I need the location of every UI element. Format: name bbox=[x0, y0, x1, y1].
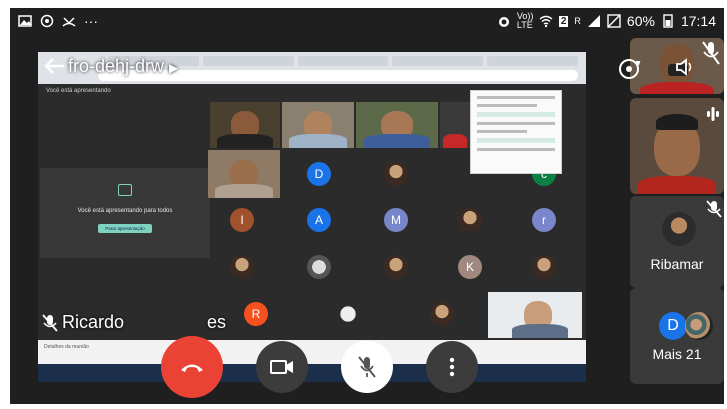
video-camera-icon bbox=[270, 360, 293, 374]
wifi-icon bbox=[539, 15, 553, 28]
participant-avatar-photo bbox=[384, 255, 408, 279]
meeting-code-text: fro-dehj-drw bbox=[68, 56, 165, 76]
present-screen-icon bbox=[118, 184, 132, 196]
participant-avatar: D bbox=[659, 312, 687, 340]
more-vert-icon bbox=[449, 357, 455, 377]
speaker-name-overlay: Ricardo es bbox=[62, 312, 226, 333]
participant-mic-off-icon bbox=[706, 200, 722, 218]
hang-up-icon bbox=[181, 364, 203, 372]
mic-off-icon bbox=[358, 356, 376, 378]
participant-avatar: D bbox=[307, 162, 331, 186]
meet-call-screen: ··· Vo)) LTE 2 R 60% 17:14 Você está apr… bbox=[10, 8, 724, 404]
no-signal-icon bbox=[607, 14, 621, 28]
participant-video-tile bbox=[282, 102, 354, 148]
switch-camera-icon[interactable] bbox=[616, 56, 642, 82]
shared-taskbar bbox=[38, 364, 586, 382]
participant-video-tile bbox=[488, 292, 582, 338]
network-badge: 2 bbox=[558, 15, 569, 27]
battery-icon bbox=[663, 14, 673, 28]
status-bar-system: Vo)) LTE 2 R 60% 17:14 bbox=[497, 12, 716, 30]
participant-avatar: r bbox=[532, 208, 556, 232]
status-bar: ··· Vo)) LTE 2 R 60% 17:14 bbox=[10, 8, 724, 36]
presenting-label: Você está apresentando bbox=[46, 88, 111, 94]
missed-call-icon bbox=[62, 17, 76, 27]
participant-video-tile bbox=[356, 102, 438, 148]
meeting-code-title[interactable]: fro-dehj-drw ▶ bbox=[68, 56, 178, 77]
back-arrow-icon[interactable] bbox=[42, 56, 66, 76]
camera-toggle-button[interactable] bbox=[256, 341, 308, 393]
participant-avatar-photo bbox=[430, 302, 454, 326]
shared-notes-panel bbox=[470, 90, 562, 174]
alarm-icon bbox=[498, 17, 509, 27]
status-bar-notifications: ··· bbox=[18, 13, 98, 29]
participant-name: Ribamar bbox=[650, 256, 704, 272]
participant-avatar-photo bbox=[230, 255, 254, 279]
participant-avatar: M bbox=[384, 208, 408, 232]
volte-indicator: Vo)) LTE bbox=[516, 11, 534, 30]
participant-video-tile bbox=[440, 102, 470, 148]
more-options-button[interactable] bbox=[426, 341, 478, 393]
speaker-icon[interactable] bbox=[674, 56, 696, 78]
whatsapp-icon bbox=[40, 14, 54, 28]
participant-avatar: R bbox=[244, 302, 268, 326]
more-participants-label: Mais 21 bbox=[652, 346, 702, 362]
participant-video-tile bbox=[208, 150, 280, 198]
stop-presenting-button: Parar apresentação bbox=[98, 224, 152, 233]
gallery-icon bbox=[18, 15, 32, 27]
meeting-details-text: Detalhes da reunião bbox=[44, 344, 89, 350]
participant-video-tile bbox=[210, 102, 280, 148]
more-notifications-icon: ··· bbox=[84, 13, 98, 29]
end-call-button[interactable] bbox=[161, 336, 223, 398]
participant-avatar-photo bbox=[458, 208, 482, 232]
signal-icon bbox=[587, 15, 600, 27]
battery-percent: 60% bbox=[626, 13, 655, 29]
participant-avatar-photo bbox=[336, 302, 360, 326]
shared-browser-tabs bbox=[108, 56, 578, 66]
speaker-name-text: Ricardo bbox=[62, 312, 125, 332]
presenting-card: Você está apresentando para todos Parar … bbox=[40, 168, 210, 258]
clock: 17:14 bbox=[680, 13, 716, 29]
participant-avatar-photo bbox=[384, 162, 408, 186]
speaker-name-text-rest: es bbox=[207, 312, 227, 332]
participant-avatar-photo bbox=[662, 212, 696, 246]
participant-avatar-photo bbox=[685, 312, 713, 340]
shared-bottom-strip: Detalhes da reunião bbox=[38, 340, 586, 382]
self-mic-off-icon bbox=[702, 41, 720, 65]
roaming-indicator: R bbox=[574, 15, 581, 26]
participant-avatar: K bbox=[458, 255, 482, 279]
speaker-mic-off-icon bbox=[42, 314, 58, 332]
participant-avatar: A bbox=[307, 208, 331, 232]
participant-avatar: I bbox=[230, 208, 254, 232]
participant-avatar-photo bbox=[532, 255, 556, 279]
meeting-info-chevron-icon: ▶ bbox=[169, 61, 179, 75]
speaking-indicator-icon bbox=[707, 107, 719, 121]
participant-avatar-photo bbox=[307, 255, 331, 279]
mic-toggle-button[interactable] bbox=[341, 341, 393, 393]
presenting-card-text: Você está apresentando para todos bbox=[77, 208, 173, 214]
